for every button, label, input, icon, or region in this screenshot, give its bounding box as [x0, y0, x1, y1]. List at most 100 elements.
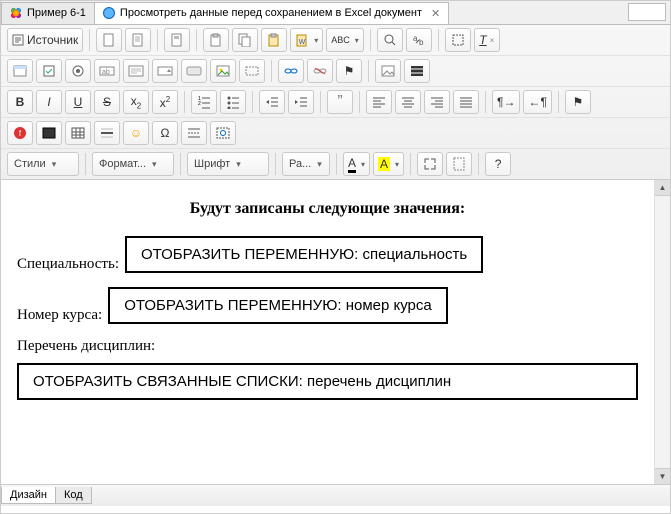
underline-button[interactable]: U [65, 90, 91, 114]
radio-button[interactable] [65, 59, 91, 83]
new-doc-button[interactable] [96, 28, 122, 52]
spark-icon [10, 7, 22, 19]
iframe-button[interactable] [404, 59, 430, 83]
templates-button[interactable] [164, 28, 190, 52]
bold-button[interactable]: B [7, 90, 33, 114]
iframe2-button[interactable] [210, 121, 236, 145]
replace-button[interactable]: ab [406, 28, 432, 52]
scroll-down-button[interactable]: ▼ [655, 468, 670, 484]
alignjust-icon [459, 96, 473, 108]
ltr-button[interactable]: ¶→ [492, 90, 520, 114]
paste-special-button[interactable]: W [290, 28, 323, 52]
styles-label: Стили [14, 158, 46, 170]
flag-icon: ⚑ [344, 64, 355, 78]
image-button[interactable] [375, 59, 401, 83]
paste-button[interactable] [261, 28, 287, 52]
format-select[interactable]: Формат...▾ [92, 152, 174, 176]
font-select[interactable]: Шрифт▾ [187, 152, 269, 176]
tab-example[interactable]: Пример 6-1 [1, 2, 95, 24]
italic-button[interactable]: I [36, 90, 62, 114]
about-button[interactable]: ? [485, 152, 511, 176]
movie-icon [410, 65, 424, 77]
bulletlist-button[interactable] [220, 90, 246, 114]
label-disciplines: Перечень дисциплин: [17, 338, 638, 355]
selectall-button[interactable] [445, 28, 471, 52]
cut-button[interactable] [203, 28, 229, 52]
source-button[interactable]: Источник [7, 28, 83, 52]
showblocks-button[interactable] [446, 152, 472, 176]
tab-code[interactable]: Код [55, 487, 92, 504]
table-button[interactable] [65, 121, 91, 145]
removeformat-button[interactable]: T× [474, 28, 500, 52]
form-button[interactable] [7, 59, 33, 83]
vertical-scrollbar[interactable]: ▲ ▼ [654, 180, 670, 484]
clipboard-icon [209, 33, 223, 47]
flash-icon: f [13, 126, 27, 140]
find-button[interactable] [377, 28, 403, 52]
superscript-button[interactable]: x2 [152, 90, 178, 114]
outdent-button[interactable] [259, 90, 285, 114]
smiley-button[interactable]: ☺ [123, 121, 149, 145]
button-button[interactable] [181, 59, 207, 83]
pagebreak-icon [187, 127, 201, 139]
align-left-button[interactable] [366, 90, 392, 114]
strike-button[interactable]: S [94, 90, 120, 114]
align-center-button[interactable] [395, 90, 421, 114]
scroll-up-button[interactable]: ▲ [655, 180, 670, 196]
svg-text:ab: ab [102, 69, 110, 76]
hidden-button[interactable] [239, 59, 265, 83]
ol-icon: 12 [197, 95, 211, 109]
textarea-button[interactable] [123, 59, 149, 83]
blocks-icon [453, 157, 465, 171]
unlink-button[interactable] [307, 59, 333, 83]
bgcolor-button[interactable]: A [373, 152, 404, 176]
blockquote-button[interactable]: ” [327, 90, 353, 114]
align-justify-button[interactable] [453, 90, 479, 114]
link-button[interactable] [278, 59, 304, 83]
rtl-icon: ←¶ [528, 95, 546, 109]
pagebreak-button[interactable] [181, 121, 207, 145]
editor-canvas[interactable]: Будут записаны следующие значения: Специ… [1, 180, 654, 484]
editor-canvas-wrap: Будут записаны следующие значения: Специ… [1, 180, 670, 484]
textcolor-button[interactable]: A [343, 152, 370, 176]
subscript-button[interactable]: x2 [123, 90, 149, 114]
flash-button[interactable]: f [7, 121, 33, 145]
embed-button[interactable] [36, 121, 62, 145]
align-right-button[interactable] [424, 90, 450, 114]
language-button[interactable]: ⚑ [565, 90, 591, 114]
varbox-specialty[interactable]: ОТОБРАЗИТЬ ПЕРЕМЕННУЮ: специальность [125, 236, 483, 273]
copy-button[interactable] [232, 28, 258, 52]
page-icon [103, 33, 115, 47]
replace-icon: ab [412, 33, 426, 47]
tab-preview-data[interactable]: Просмотреть данные перед сохранением в E… [94, 2, 449, 24]
numberlist-button[interactable]: 12 [191, 90, 217, 114]
close-icon[interactable]: ✕ [431, 7, 440, 20]
maximize-button[interactable] [417, 152, 443, 176]
indent-button[interactable] [288, 90, 314, 114]
editor-toolbar: Источник W ABC ab T× ab ⚑ [1, 25, 670, 180]
select-button[interactable] [152, 59, 178, 83]
varbox-course[interactable]: ОТОБРАЗИТЬ ПЕРЕМЕННУЮ: номер курса [108, 287, 448, 324]
quote-icon: ” [337, 93, 342, 111]
checkbox-button[interactable] [36, 59, 62, 83]
varbox-disciplines[interactable]: ОТОБРАЗИТЬ СВЯЗАННЫЕ СПИСКИ: перечень ди… [17, 363, 638, 400]
styles-select[interactable]: Стили▾ [7, 152, 79, 176]
hr-button[interactable] [94, 121, 120, 145]
textfield-button[interactable]: ab [94, 59, 120, 83]
alignleft-icon [372, 96, 386, 108]
spellcheck-button[interactable]: ABC [326, 28, 364, 52]
rtl-button[interactable]: ←¶ [523, 90, 551, 114]
field-disciplines: Перечень дисциплин: ОТОБРАЗИТЬ СВЯЗАННЫЕ… [17, 338, 638, 400]
help-icon: ? [495, 157, 502, 171]
preview-button[interactable] [125, 28, 151, 52]
sub-icon: x2 [131, 94, 141, 110]
alignright-icon [430, 96, 444, 108]
tab-design[interactable]: Дизайн [1, 487, 56, 504]
toolbar-row-5: Стили▾ Формат...▾ Шрифт▾ Ра...▾ A A ? [1, 148, 670, 179]
specialchar-button[interactable]: Ω [152, 121, 178, 145]
field-specialty: Специальность: ОТОБРАЗИТЬ ПЕРЕМЕННУЮ: сп… [17, 236, 638, 273]
imagebutton-button[interactable] [210, 59, 236, 83]
hr-icon [100, 127, 114, 139]
anchor-button[interactable]: ⚑ [336, 59, 362, 83]
size-select[interactable]: Ра...▾ [282, 152, 330, 176]
